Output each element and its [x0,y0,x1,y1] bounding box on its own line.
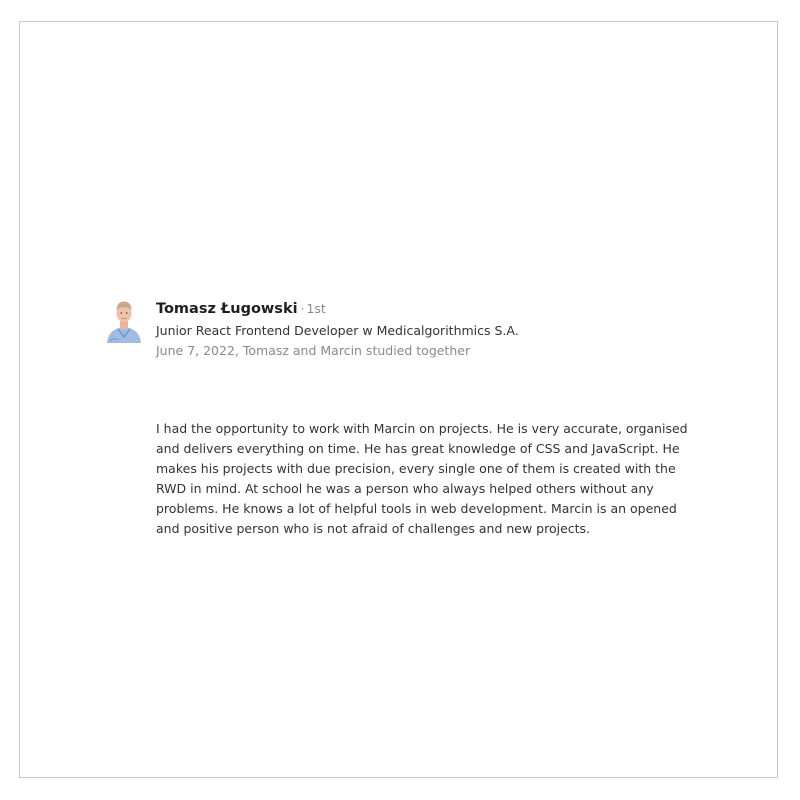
author-avatar[interactable] [104,297,144,345]
recommendation-meta: June 7, 2022, Tomasz and Marcin studied … [156,343,471,358]
recommendation-text: I had the opportunity to work with Marci… [156,421,688,536]
author-name[interactable]: Tomasz Ługowski [156,301,298,317]
author-name-line: Tomasz Ługowski · 1st [156,297,716,321]
author-header: Tomasz Ługowski · 1st Junior React Fronten… [156,297,716,361]
separator-dot: · [300,302,305,316]
connection-degree: 1st [306,301,326,316]
avatar-photo-icon [107,301,141,343]
recommendation-card: Tomasz Ługowski · 1st Junior React Fronten… [19,21,778,778]
author-headline: Junior React Frontend Developer w Medica… [156,323,519,338]
